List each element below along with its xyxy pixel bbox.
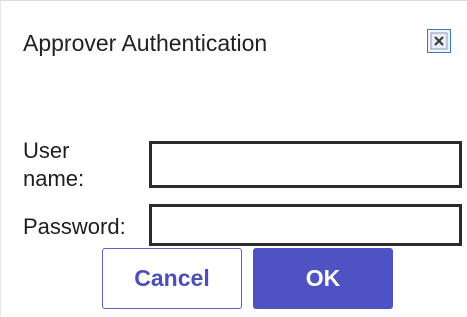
password-input[interactable] <box>149 204 462 246</box>
password-label: Password: <box>23 214 126 239</box>
approver-authentication-dialog: Approver Authentication User name: Passw… <box>0 0 467 317</box>
ok-button[interactable]: OK <box>253 248 393 309</box>
username-label: User name: <box>23 138 85 191</box>
close-button[interactable] <box>427 29 451 53</box>
dialog-title: Approver Authentication <box>23 30 268 56</box>
cancel-button[interactable]: Cancel <box>102 248 242 309</box>
close-icon <box>428 30 450 52</box>
username-input[interactable] <box>149 141 462 188</box>
